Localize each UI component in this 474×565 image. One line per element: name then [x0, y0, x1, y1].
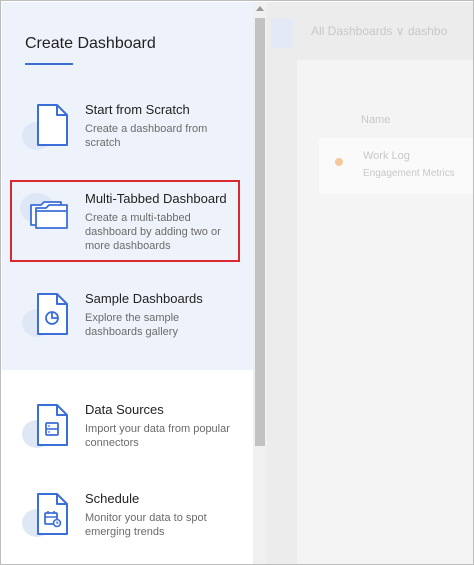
option-description: Create a dashboard from scratch: [85, 123, 208, 149]
background-column-header: Name: [361, 114, 391, 126]
background-row-card: [319, 138, 473, 194]
start-from-scratch-option[interactable]: Start from Scratch Create a dashboard fr…: [18, 102, 248, 182]
panel-title: Create Dashboard: [25, 35, 156, 52]
background-row-dot-icon: [335, 158, 343, 166]
scroll-thumb[interactable]: [255, 18, 265, 446]
background-row-subtitle: Engagement Metrics: [363, 168, 455, 179]
highlight-box: [10, 180, 240, 262]
background-sidebar-button: [271, 18, 293, 48]
calendar-document-icon: [26, 491, 70, 551]
window: All Dashboards ∨ dashbo Name Work Log En…: [0, 0, 474, 565]
create-dashboard-panel: Create Dashboard Start from Scratch Crea…: [2, 2, 253, 564]
option-label: Data Sources: [85, 402, 164, 417]
background-header-text: All Dashboards ∨ dashbo: [311, 24, 448, 38]
scroll-up-arrow-icon[interactable]: [256, 6, 264, 11]
title-underline: [25, 63, 73, 65]
schedule-option[interactable]: Schedule Monitor your data to spot emerg…: [18, 491, 248, 564]
panel-scrollbar[interactable]: [253, 2, 267, 564]
option-description: Monitor your data to spot emerging trend…: [85, 512, 207, 538]
data-sources-option[interactable]: Data Sources Import your data from popul…: [18, 402, 248, 482]
option-description: Explore the sample dashboards gallery: [85, 312, 180, 338]
background-row-title: Work Log: [363, 150, 410, 162]
server-document-icon: [26, 402, 70, 462]
background-dashboard-list: All Dashboards ∨ dashbo Name Work Log En…: [267, 2, 473, 564]
option-description: Import your data from popular connectors: [85, 423, 230, 449]
pie-chart-document-icon: [26, 291, 70, 351]
option-label: Schedule: [85, 491, 140, 506]
background-sidebar: [267, 2, 297, 564]
option-label: Sample Dashboards: [85, 291, 203, 306]
blank-document-icon: [26, 102, 70, 162]
sample-dashboards-option[interactable]: Sample Dashboards Explore the sample das…: [18, 291, 248, 371]
option-label: Start from Scratch: [85, 102, 190, 117]
